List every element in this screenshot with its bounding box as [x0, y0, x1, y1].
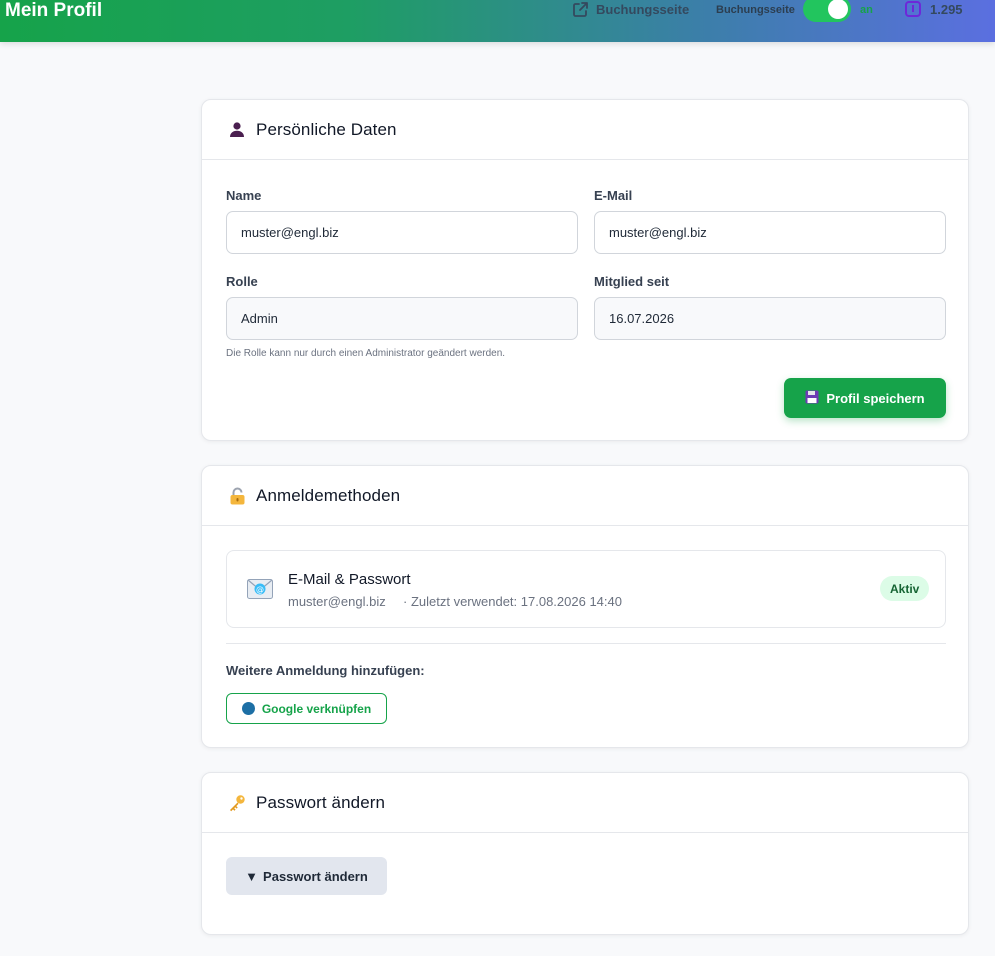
member-since-label: Mitglied seit: [594, 274, 670, 289]
svg-text:@: @: [256, 585, 264, 594]
login-method-item: @ E-Mail & Passwort muster@engl.biz · Zu…: [226, 550, 946, 628]
floppy-disk-icon: [805, 390, 819, 407]
name-label: Name: [226, 188, 262, 203]
card-header: Persönliche Daten: [202, 100, 968, 160]
status-badge: Aktiv: [880, 576, 930, 601]
login-method-last-used: · Zuletzt verwendet: 17.08.2026 14:40: [403, 594, 622, 609]
credits-icon: [905, 1, 921, 17]
credits-display: 1.295: [905, 1, 963, 17]
login-method-email: muster@engl.biz: [288, 594, 386, 609]
save-profile-label: Profil speichern: [826, 390, 925, 406]
key-icon: [228, 794, 246, 812]
card-title: Persönliche Daten: [256, 119, 397, 139]
email-label: E-Mail: [594, 188, 633, 203]
booking-page-link[interactable]: Buchungsseite: [572, 1, 689, 18]
email-field[interactable]: muster@engl.biz: [594, 211, 946, 254]
booking-page-link-label: Buchungsseite: [596, 2, 690, 17]
credits-value: 1.295: [930, 1, 963, 17]
name-field[interactable]: muster@engl.biz: [226, 211, 578, 254]
save-profile-button[interactable]: Profil speichern: [784, 378, 946, 418]
toggle-knob: [828, 0, 848, 19]
google-icon: [241, 702, 255, 715]
card-title: Anmeldemethoden: [256, 485, 401, 505]
envelope-icon: @: [247, 579, 273, 604]
card-header: Passwort ändern: [202, 773, 968, 833]
booking-toggle-label: Buchungsseite: [716, 4, 795, 16]
personal-data-card: Persönliche Daten Name muster@engl.biz E…: [201, 99, 969, 441]
change-password-toggle-label: Passwort ändern: [263, 868, 368, 884]
booking-toggle-state: an: [860, 4, 873, 16]
add-login-label: Weitere Anmeldung hinzufügen:: [226, 663, 425, 678]
page-title: Mein Profil: [5, 0, 103, 21]
link-google-label: Google verknüpfen: [261, 701, 372, 716]
card-header: Anmeldemethoden: [202, 466, 968, 526]
role-field: Admin: [226, 297, 578, 340]
role-hint: Die Rolle kann nur durch einen Administr…: [226, 348, 506, 359]
link-google-button[interactable]: Google verknüpfen: [226, 693, 387, 724]
user-icon: [228, 121, 246, 139]
divider: [226, 643, 946, 644]
booking-toggle[interactable]: [803, 0, 851, 22]
external-link-icon: [572, 1, 589, 18]
change-password-card: Passwort ändern ▼ Passwort ändern: [201, 772, 969, 935]
login-methods-card: Anmeldemethoden @ E-Mail & Passwort must…: [201, 465, 969, 748]
top-bar: Mein Profil Buchungsseite Buchungsseite …: [0, 0, 995, 42]
login-method-title: E-Mail & Passwort: [288, 571, 411, 588]
card-title: Passwort ändern: [256, 792, 386, 812]
change-password-toggle-button[interactable]: ▼ Passwort ändern: [226, 857, 387, 895]
triangle-down-icon: ▼: [245, 868, 259, 884]
role-label: Rolle: [226, 274, 258, 289]
lock-icon: [228, 487, 246, 505]
member-since-field: 16.07.2026: [594, 297, 946, 340]
